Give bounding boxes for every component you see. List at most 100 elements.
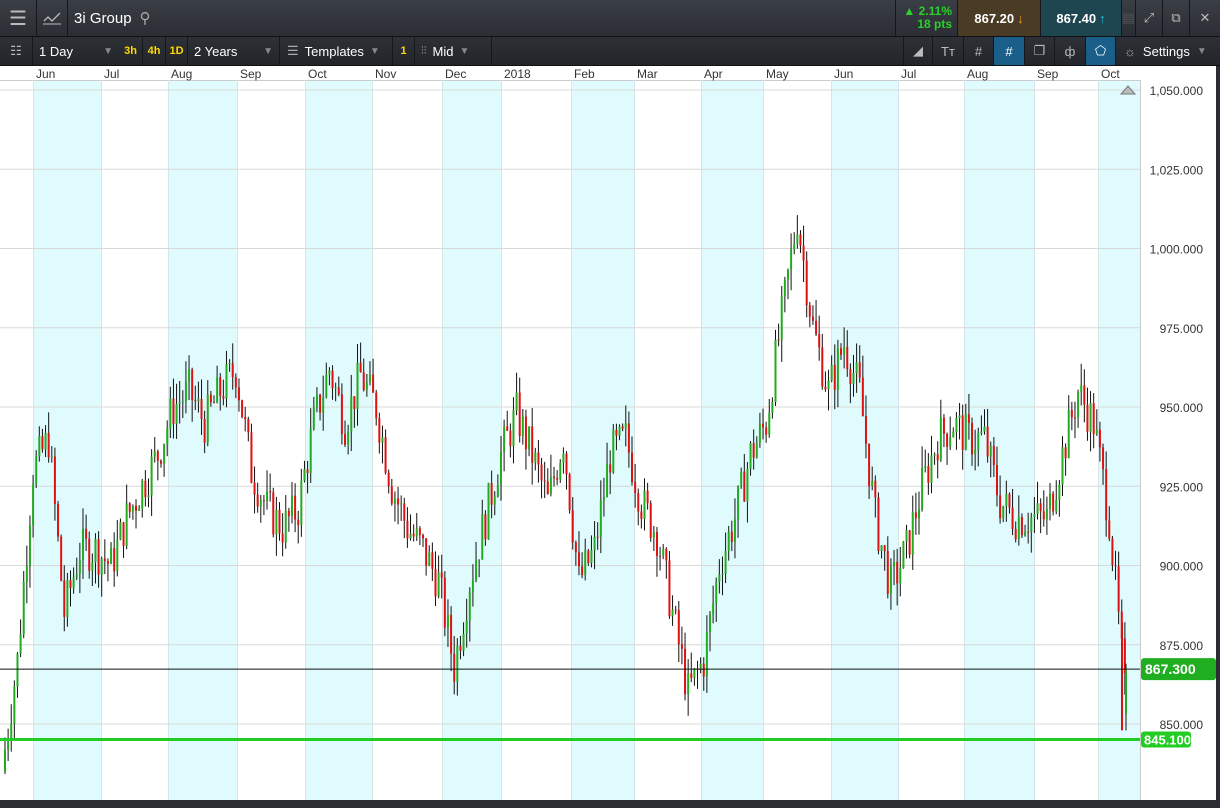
popout-button[interactable]: ⧉	[1163, 0, 1190, 36]
candle-body	[936, 454, 939, 461]
candle-body	[163, 444, 166, 464]
candle-body	[652, 531, 655, 538]
candle-icon[interactable]: ф	[1055, 37, 1086, 65]
candle-body	[78, 559, 81, 575]
candle-body	[883, 545, 886, 552]
candle-body	[977, 432, 980, 450]
candle-body	[347, 431, 350, 445]
candle-body	[655, 531, 658, 556]
candle-body	[783, 279, 786, 297]
text-size-icon[interactable]: Tт	[933, 37, 964, 65]
bottom-scrollbar[interactable]	[0, 800, 1220, 808]
down-arrow-icon: ↓	[1017, 10, 1024, 26]
range-select[interactable]: 2 Years ▼	[188, 37, 280, 65]
candle-body	[85, 528, 88, 539]
candle-body	[328, 370, 331, 375]
candle-body	[478, 559, 481, 561]
candle-body	[546, 481, 549, 494]
instrument-name[interactable]: 3i Group	[74, 10, 132, 27]
chart-canvas[interactable]: Jun Jul Aug Sep Oct Nov Dec 2018 Feb Mar Apr May Jun…	[0, 66, 1220, 800]
expand-button[interactable]: ⤢	[1136, 0, 1163, 36]
candle-body	[306, 469, 309, 473]
interval-select[interactable]: 1 Day ▼	[33, 37, 119, 65]
candle-body	[961, 415, 964, 450]
candle-body	[331, 370, 334, 389]
candle-body	[995, 465, 998, 496]
candle-body	[621, 426, 624, 429]
candle-body	[1061, 447, 1064, 485]
candle-body	[228, 363, 231, 365]
line-chart-icon	[43, 12, 61, 25]
candle-body	[571, 510, 574, 543]
candle-body	[908, 530, 911, 555]
candle-body	[821, 347, 824, 387]
candle-body	[471, 580, 474, 593]
candle-body	[35, 456, 38, 485]
search-icon[interactable]: ⚲	[140, 9, 151, 27]
candle-body	[247, 419, 250, 433]
candle-body	[543, 480, 546, 482]
candle-body	[428, 552, 431, 566]
settings-button[interactable]: ☼ Settings ▼	[1116, 37, 1220, 65]
up-arrow-icon: ↑	[1099, 10, 1106, 26]
price-axis	[1140, 80, 1220, 800]
close-button[interactable]: ✕	[1190, 0, 1220, 36]
candle-body	[178, 402, 181, 404]
price-type-select[interactable]: ⫶⫶ Mid ▼	[415, 37, 492, 65]
candle-body	[350, 396, 353, 432]
candle-body	[1095, 429, 1098, 435]
candle-body	[106, 561, 109, 564]
candle-body	[899, 568, 902, 584]
candle-body	[81, 528, 84, 560]
candle-body	[340, 394, 343, 435]
candle-body	[896, 561, 899, 584]
templates-label: Templates	[304, 43, 364, 59]
grid-icon[interactable]: #	[964, 37, 994, 65]
candle-body	[662, 548, 665, 557]
candle-body	[325, 374, 328, 398]
quick-interval-3h[interactable]: 3h	[119, 37, 143, 65]
layers-icon[interactable]: ❐	[1025, 37, 1055, 65]
candle-body	[362, 372, 365, 391]
candle-body	[921, 467, 924, 510]
candle-body	[156, 451, 159, 461]
candle-body	[609, 464, 612, 473]
candle-body	[184, 381, 187, 402]
candle-body	[150, 456, 153, 496]
list-icon[interactable]: ☷	[0, 37, 33, 65]
buy-button[interactable]: 867.40 ↑	[1041, 0, 1122, 36]
candle-body	[634, 482, 637, 494]
candle-body	[481, 514, 484, 560]
candle-body	[971, 422, 974, 455]
candle-body	[412, 533, 415, 537]
candle-body	[771, 402, 774, 413]
candle-body	[1117, 566, 1120, 612]
candle-body	[796, 234, 799, 244]
candle-body	[337, 387, 340, 395]
candle-body	[596, 536, 599, 538]
menu-button[interactable]: ☰	[0, 0, 37, 36]
candle-body	[110, 547, 113, 564]
candle-body	[914, 512, 917, 519]
chart-type-button[interactable]	[37, 0, 68, 36]
grid-edit-icon[interactable]: #	[994, 37, 1025, 65]
candle-body	[415, 528, 418, 537]
interval-value: 1 Day	[39, 43, 73, 59]
price-tag-icon[interactable]: ⬠	[1086, 37, 1116, 65]
quick-interval-1d[interactable]: 1D	[166, 37, 188, 65]
candle-body	[66, 580, 69, 617]
candle-body	[524, 416, 527, 450]
templates-button[interactable]: ☰ Templates ▼	[280, 37, 393, 65]
price-chart[interactable]: Jun Jul Aug Sep Oct Nov Dec 2018 Feb Mar Apr May Jun…	[0, 66, 1220, 800]
quick-interval-4h[interactable]: 4h	[143, 37, 166, 65]
candle-body	[88, 538, 91, 571]
sell-button[interactable]: 867.20 ↓	[958, 0, 1041, 36]
candle-body	[131, 505, 134, 512]
candle-body	[780, 296, 783, 341]
draw-tool-icon[interactable]: ◢	[903, 37, 933, 65]
candle-body	[1030, 517, 1033, 532]
candle-body	[425, 538, 428, 566]
y-tick-label: 875.000	[1160, 639, 1204, 653]
chevron-down-icon: ▼	[263, 45, 273, 57]
candle-body	[222, 396, 225, 399]
